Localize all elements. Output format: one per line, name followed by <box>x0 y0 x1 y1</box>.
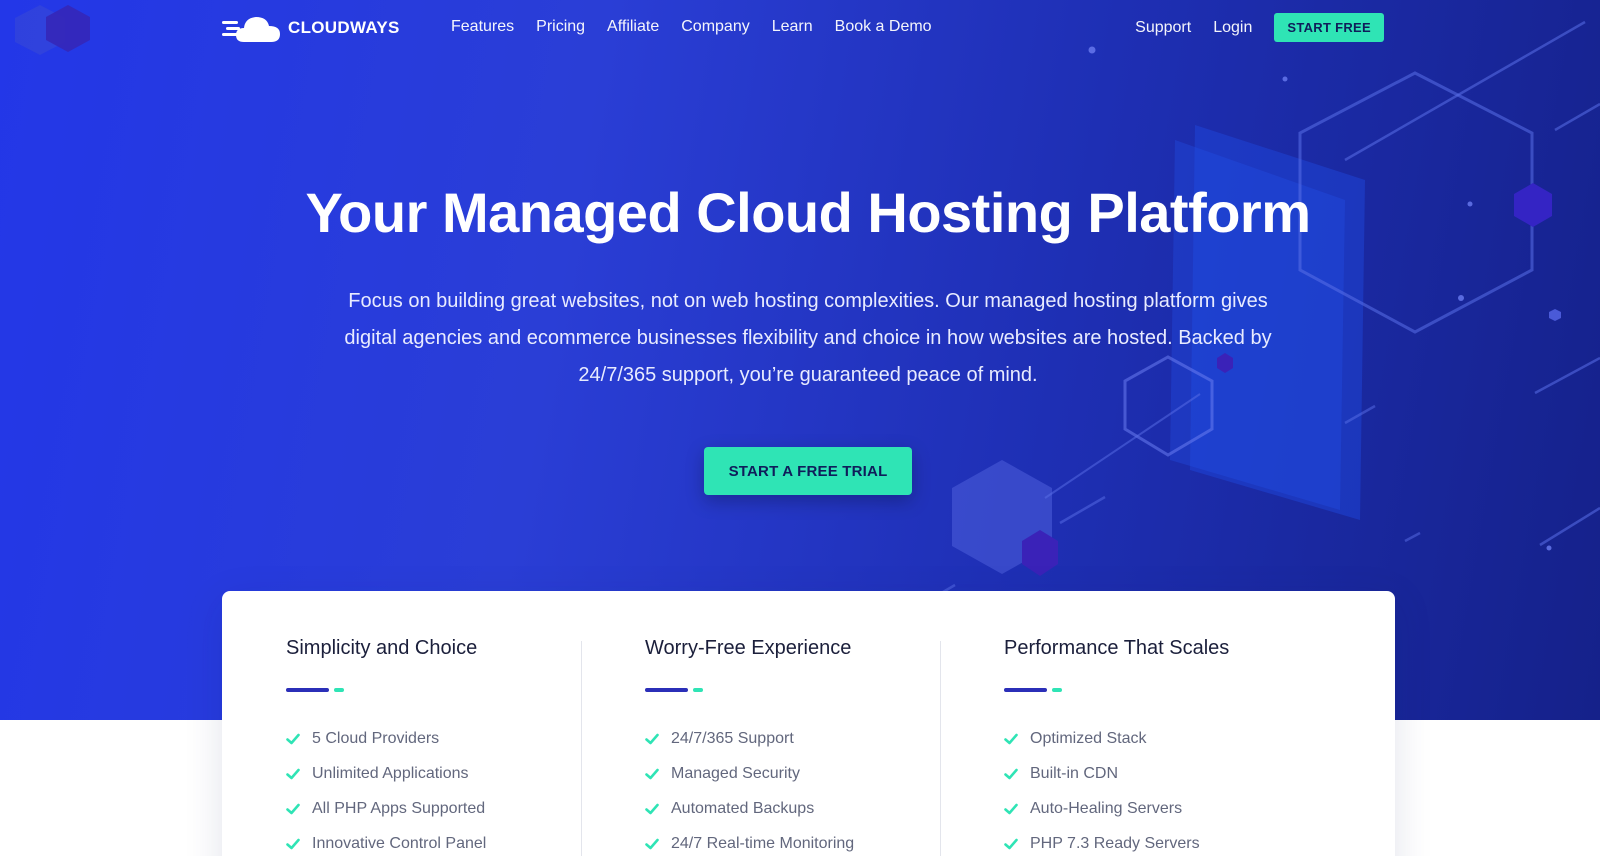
feature-label: PHP 7.3 Ready Servers <box>1030 834 1200 852</box>
nav-link-affiliate[interactable]: Affiliate <box>607 18 659 36</box>
list-item: All PHP Apps Supported <box>286 791 486 826</box>
check-icon <box>645 733 659 744</box>
feature-label: Innovative Control Panel <box>312 834 487 852</box>
list-item: Built-in CDN <box>1004 756 1200 791</box>
start-free-button[interactable]: START FREE <box>1274 13 1384 42</box>
check-icon <box>286 768 300 779</box>
feature-column-worry-free: Worry-Free Experience 24/7/365 Support M… <box>581 591 940 856</box>
hero-title: Your Managed Cloud Hosting Platform <box>305 181 1311 244</box>
feature-label: Auto-Healing Servers <box>1030 799 1183 817</box>
list-item: 24/7 Real-time Monitoring <box>645 826 854 856</box>
feature-label: Automated Backups <box>671 799 815 817</box>
nav-right: Support Login START FREE <box>1135 13 1384 42</box>
check-icon <box>645 768 659 779</box>
check-icon <box>286 733 300 744</box>
nav-links: Features Pricing Affiliate Company Learn… <box>451 18 932 36</box>
feature-label: Built-in CDN <box>1030 764 1119 782</box>
feature-list: 24/7/365 Support Managed Security Automa… <box>645 721 854 856</box>
list-item: 5 Cloud Providers <box>286 721 486 756</box>
feature-list: 5 Cloud Providers Unlimited Applications… <box>286 721 486 856</box>
cloud-icon <box>222 17 280 42</box>
list-item: Auto-Healing Servers <box>1004 791 1200 826</box>
list-item: 24/7/365 Support <box>645 721 854 756</box>
check-icon <box>645 803 659 814</box>
feature-label: 24/7/365 Support <box>671 729 794 747</box>
nav-link-pricing[interactable]: Pricing <box>536 18 585 36</box>
list-item: Managed Security <box>645 756 854 791</box>
check-icon <box>1004 838 1018 849</box>
feature-column-title: Simplicity and Choice <box>286 637 478 659</box>
nav-link-company[interactable]: Company <box>681 18 749 36</box>
feature-column-performance: Performance That Scales Optimized Stack … <box>940 591 1299 856</box>
list-item: Automated Backups <box>645 791 854 826</box>
nav-link-learn[interactable]: Learn <box>772 18 813 36</box>
list-item: Optimized Stack <box>1004 721 1200 756</box>
check-icon <box>286 838 300 849</box>
list-item: Innovative Control Panel <box>286 826 486 856</box>
brand-name: CLOUDWAYS <box>288 18 400 37</box>
nav-link-book-demo[interactable]: Book a Demo <box>835 18 932 36</box>
brand-logo[interactable]: CLOUDWAYS <box>222 10 400 46</box>
check-icon <box>1004 768 1018 779</box>
feature-label: All PHP Apps Supported <box>312 799 486 817</box>
check-icon <box>1004 803 1018 814</box>
check-icon <box>286 803 300 814</box>
top-navigation: CLOUDWAYS Features Pricing Affiliate Com… <box>0 0 1600 56</box>
feature-label: 24/7 Real-time Monitoring <box>671 834 855 852</box>
features-card: Simplicity and Choice 5 Cloud Providers … <box>222 591 1395 856</box>
feature-column-title: Performance That Scales <box>1004 637 1230 659</box>
nav-link-features[interactable]: Features <box>451 18 514 36</box>
login-link[interactable]: Login <box>1213 19 1252 37</box>
list-item: PHP 7.3 Ready Servers <box>1004 826 1200 856</box>
feature-list: Optimized Stack Built-in CDN Auto-Healin… <box>1004 721 1200 856</box>
start-free-trial-button[interactable]: START A FREE TRIAL <box>704 447 912 495</box>
feature-column-simplicity: Simplicity and Choice 5 Cloud Providers … <box>222 591 581 856</box>
feature-label: 5 Cloud Providers <box>312 729 440 747</box>
feature-column-title: Worry-Free Experience <box>645 637 852 659</box>
feature-label: Optimized Stack <box>1030 729 1147 747</box>
feature-label: Managed Security <box>671 764 800 782</box>
list-item: Unlimited Applications <box>286 756 486 791</box>
support-link[interactable]: Support <box>1135 19 1191 37</box>
feature-label: Unlimited Applications <box>312 764 469 782</box>
check-icon <box>645 838 659 849</box>
hero-description: Focus on building great websites, not on… <box>344 290 1272 386</box>
check-icon <box>1004 733 1018 744</box>
